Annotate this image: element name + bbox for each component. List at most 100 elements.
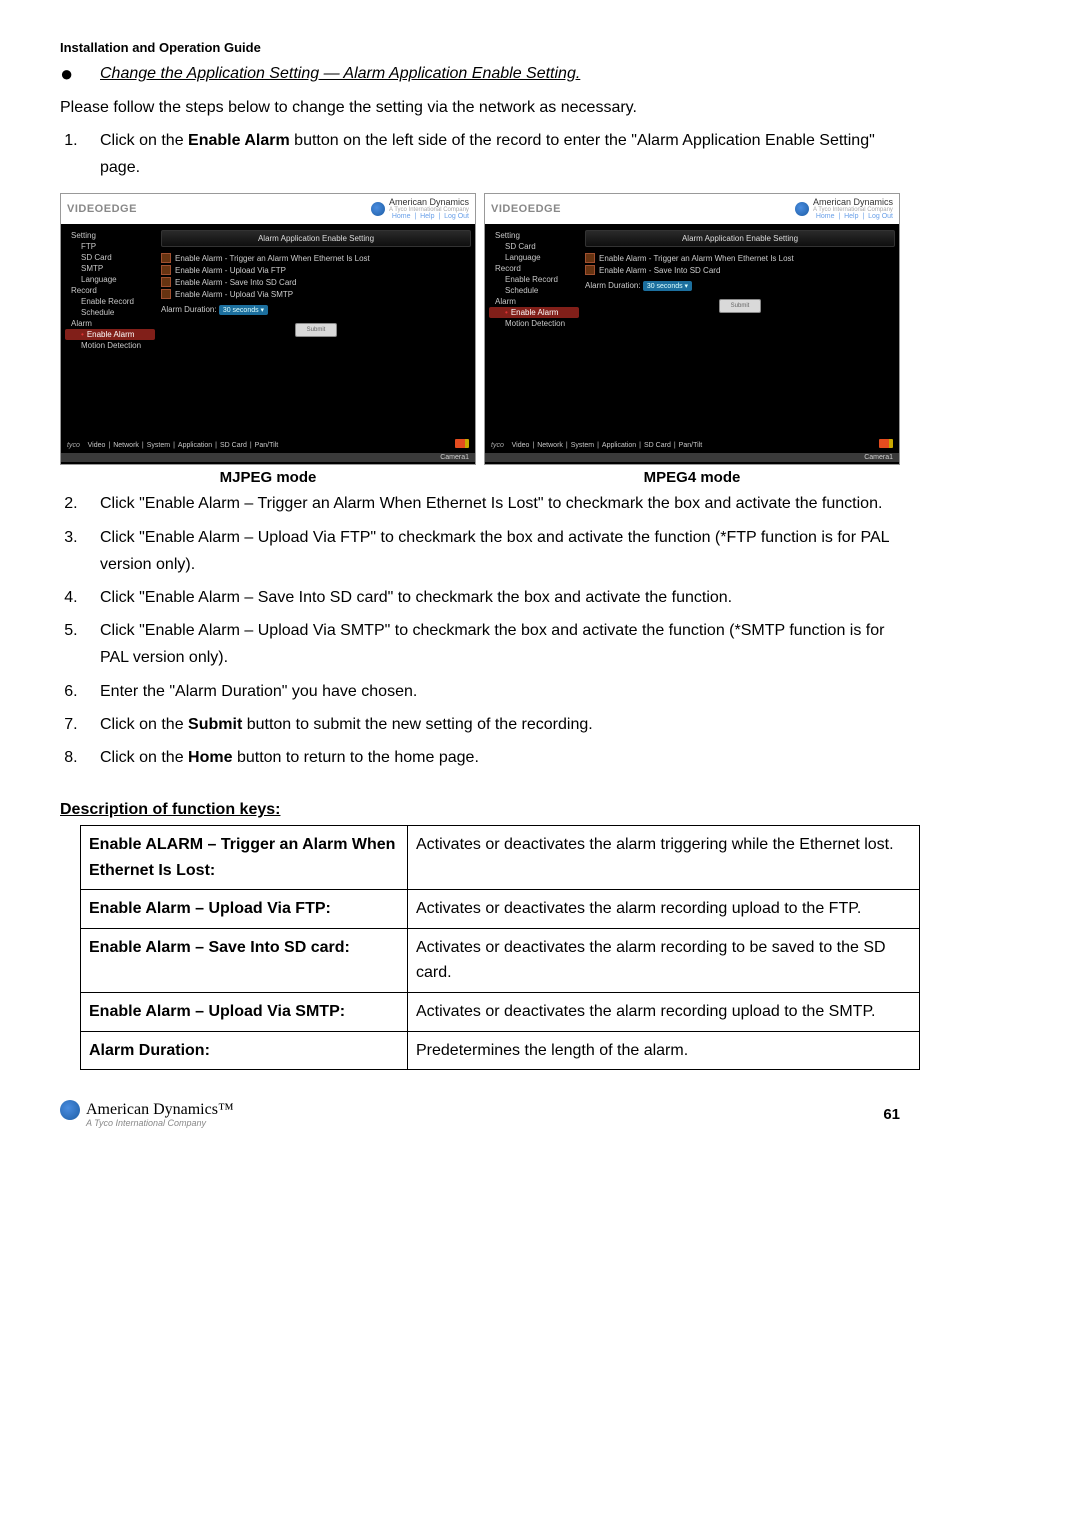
footer-tab[interactable]: Application — [602, 442, 636, 449]
footer-tab[interactable]: Pan/Tilt — [255, 442, 278, 449]
func-desc: Activates or deactivates the alarm recor… — [408, 993, 920, 1032]
alarm-duration-row: Alarm Duration: 30 seconds ▾ — [161, 305, 471, 315]
caption-mjpeg: MJPEG mode — [60, 469, 476, 486]
func-key: Enable Alarm – Upload Via SMTP: — [81, 993, 408, 1032]
checkbox-row[interactable]: Enable Alarm - Save Into SD Card — [585, 265, 895, 275]
tyco-logo: tyco Video|Network|System|Application|SD… — [67, 442, 278, 449]
ad-brand: American DynamicsA Tyco International Co… — [371, 198, 469, 220]
logo-swirl-icon — [60, 1100, 80, 1120]
panel-title: Alarm Application Enable Setting — [585, 230, 895, 247]
func-key: Enable Alarm – Save Into SD card: — [81, 928, 408, 992]
indicator-icon — [879, 439, 893, 448]
sidebar-item[interactable]: Alarm — [65, 318, 155, 329]
sidebar-item[interactable]: Language — [65, 274, 155, 285]
steps-list-rest: Click "Enable Alarm – Trigger an Alarm W… — [60, 490, 900, 771]
sidebar-item[interactable]: Enable Record — [489, 274, 579, 285]
screenshot-pair: VIDEOEDGE American DynamicsA Tyco Interna… — [60, 193, 900, 486]
section-bullet-row: ● Change the Application Setting — Alarm… — [60, 63, 900, 85]
footer-tab[interactable]: Video — [88, 442, 106, 449]
func-key: Enable Alarm – Upload Via FTP: — [81, 890, 408, 929]
footer-tab[interactable]: System — [571, 442, 594, 449]
checkbox-row[interactable]: Enable Alarm - Trigger an Alarm When Eth… — [585, 253, 895, 263]
checkbox-row[interactable]: Enable Alarm - Upload Via FTP — [161, 265, 471, 275]
checkbox-icon[interactable] — [161, 289, 171, 299]
duration-label: Alarm Duration: — [161, 305, 217, 314]
table-row: Enable Alarm – Upload Via SMTP:Activates… — [81, 993, 920, 1032]
step-item: Enter the "Alarm Duration" you have chos… — [82, 678, 900, 705]
checkbox-label: Enable Alarm - Upload Via SMTP — [175, 290, 293, 299]
footer-brand-text: American Dynamics™ — [86, 1101, 234, 1119]
sidebar-item[interactable]: Schedule — [489, 285, 579, 296]
footer-brand-sub: A Tyco International Company — [86, 1118, 234, 1128]
checkbox-icon[interactable] — [161, 265, 171, 275]
sidebar-item[interactable]: Setting — [489, 230, 579, 241]
videoedge-logo: VIDEOEDGE — [67, 203, 137, 215]
checkbox-row[interactable]: Enable Alarm - Trigger an Alarm When Eth… — [161, 253, 471, 263]
step-item: Click "Enable Alarm – Trigger an Alarm W… — [82, 490, 900, 517]
sidebar-item[interactable]: SMTP — [65, 263, 155, 274]
sidebar-item[interactable]: Setting — [65, 230, 155, 241]
sidebar-item[interactable]: SD Card — [65, 252, 155, 263]
step-item: Click on the Enable Alarm button on the … — [82, 127, 900, 181]
sidebar-item[interactable]: SD Card — [489, 241, 579, 252]
header-links[interactable]: Home | Help | Log Out — [389, 213, 469, 220]
checkbox-label: Enable Alarm - Trigger an Alarm When Eth… — [175, 254, 370, 263]
footer-tab[interactable]: Application — [178, 442, 212, 449]
intro-text: Please follow the steps below to change … — [60, 99, 900, 117]
sidebar-item[interactable]: Record — [65, 285, 155, 296]
tyco-logo: tyco Video|Network|System|Application|SD… — [491, 442, 702, 449]
footer-tab[interactable]: Network — [537, 442, 563, 449]
func-desc: Activates or deactivates the alarm recor… — [408, 928, 920, 992]
func-desc: Predetermines the length of the alarm. — [408, 1031, 920, 1070]
panel-title: Alarm Application Enable Setting — [161, 230, 471, 247]
submit-button[interactable]: Submit — [295, 323, 337, 337]
footer-tab[interactable]: Video — [512, 442, 530, 449]
checkbox-icon[interactable] — [585, 265, 595, 275]
footer-tab[interactable]: Pan/Tilt — [679, 442, 702, 449]
checkbox-label: Enable Alarm - Save Into SD Card — [599, 266, 720, 275]
footer-tab[interactable]: Network — [113, 442, 139, 449]
screenshot-mjpeg: VIDEOEDGE American DynamicsA Tyco Interna… — [60, 193, 476, 465]
checkbox-icon[interactable] — [161, 277, 171, 287]
sidebar-item[interactable]: Enable Alarm — [65, 329, 155, 340]
footer-tab[interactable]: System — [147, 442, 170, 449]
checkbox-row[interactable]: Enable Alarm - Upload Via SMTP — [161, 289, 471, 299]
checkbox-icon[interactable] — [161, 253, 171, 263]
func-key: Enable ALARM – Trigger an Alarm When Eth… — [81, 826, 408, 890]
sidebar-item[interactable]: Language — [489, 252, 579, 263]
checkbox-icon[interactable] — [585, 253, 595, 263]
function-keys-heading: Description of function keys: — [60, 801, 900, 819]
table-row: Enable ALARM – Trigger an Alarm When Eth… — [81, 826, 920, 890]
alarm-duration-row: Alarm Duration: 30 seconds ▾ — [585, 281, 895, 291]
sidebar-item[interactable]: Record — [489, 263, 579, 274]
sidebar-item[interactable]: Enable Record — [65, 296, 155, 307]
table-row: Enable Alarm – Upload Via FTP:Activates … — [81, 890, 920, 929]
sidebar-item[interactable]: Schedule — [65, 307, 155, 318]
duration-select[interactable]: 30 seconds ▾ — [643, 281, 692, 291]
step-item: Click "Enable Alarm – Save Into SD card"… — [82, 584, 900, 611]
header-links[interactable]: Home | Help | Log Out — [813, 213, 893, 220]
step-item: Click on the Home button to return to th… — [82, 744, 900, 771]
bullet-icon: ● — [60, 63, 100, 85]
ad-swirl-icon — [795, 202, 809, 216]
steps-list-top: Click on the Enable Alarm button on the … — [60, 127, 900, 181]
table-row: Enable Alarm – Save Into SD card:Activat… — [81, 928, 920, 992]
checkbox-label: Enable Alarm - Upload Via FTP — [175, 266, 286, 275]
ad-brand: American DynamicsA Tyco International Co… — [795, 198, 893, 220]
submit-button[interactable]: Submit — [719, 299, 761, 313]
checkbox-row[interactable]: Enable Alarm - Save Into SD Card — [161, 277, 471, 287]
footer-tab[interactable]: SD Card — [220, 442, 247, 449]
sidebar-item[interactable]: Motion Detection — [65, 340, 155, 351]
sidebar-item[interactable]: Enable Alarm — [489, 307, 579, 318]
sidebar-item[interactable]: FTP — [65, 241, 155, 252]
camera-label: Camera1 — [485, 453, 899, 462]
footer-tab[interactable]: SD Card — [644, 442, 671, 449]
sidebar-item[interactable]: Motion Detection — [489, 318, 579, 329]
footer-brand: American Dynamics™ — [60, 1100, 234, 1120]
duration-select[interactable]: 30 seconds ▾ — [219, 305, 268, 315]
videoedge-logo: VIDEOEDGE — [491, 203, 561, 215]
step-item: Click "Enable Alarm – Upload Via FTP" to… — [82, 524, 900, 578]
section-heading: Change the Application Setting — Alarm A… — [100, 65, 580, 83]
func-desc: Activates or deactivates the alarm trigg… — [408, 826, 920, 890]
sidebar-item[interactable]: Alarm — [489, 296, 579, 307]
